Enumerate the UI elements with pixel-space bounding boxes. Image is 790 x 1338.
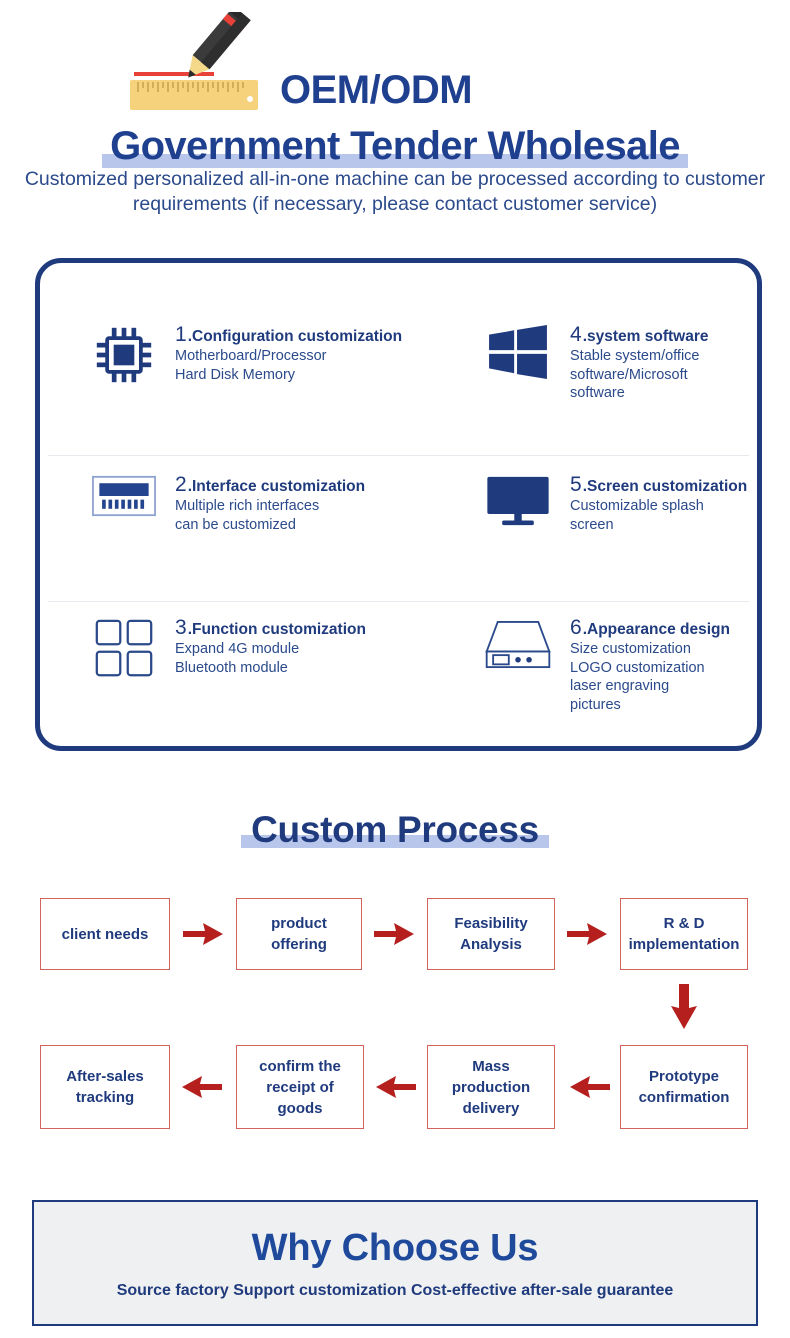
feature-item-configuration: 1.Configuration customization Motherboar…: [85, 323, 403, 385]
process-flowchart: client needs product offering Feasibilit…: [0, 890, 790, 1160]
feature-body: Stable system/office software/Microsoft …: [570, 348, 700, 401]
feature-body: Motherboard/Processor Hard Disk Memory: [175, 348, 327, 383]
feature-heading: 3.Function customization: [175, 616, 366, 639]
feature-heading: 4.system software: [570, 323, 709, 346]
page-title-text: Government Tender Wholesale: [110, 124, 680, 168]
feature-divider: [48, 601, 749, 602]
feature-item-system-software: 4.system software Stable system/office s…: [478, 323, 709, 403]
flow-step-box: Feasibility Analysis: [427, 898, 555, 970]
flow-arrow-left: [372, 1073, 418, 1106]
feature-divider: [48, 455, 749, 456]
flow-arrow-right: [181, 920, 225, 953]
feature-item-appearance: 6.Appearance design Size customization L…: [478, 616, 730, 714]
hero-subtitle: Customized personalized all-in-one machi…: [24, 168, 766, 215]
feature-item-screen: 5.Screen customization Customizable spla…: [478, 473, 748, 534]
feature-heading: 6.Appearance design: [570, 616, 730, 639]
ram-module-icon: [85, 475, 163, 517]
feature-body: Multiple rich interfaces can be customiz…: [175, 498, 320, 533]
feature-heading: 5.Screen customization: [570, 473, 748, 496]
flow-step-box: client needs: [40, 898, 170, 970]
process-title: Custom Process: [241, 806, 549, 854]
hero-section: OEM/ODM Government Tender Wholesale Cust…: [0, 0, 790, 250]
hero-title-container: Government Tender Wholesale: [0, 120, 790, 172]
monitor-icon: [478, 475, 558, 527]
flow-step-box: Mass production delivery: [427, 1045, 555, 1129]
feature-body: Size customization LOGO customization la…: [570, 641, 705, 713]
device-chassis-icon: [478, 618, 558, 672]
flow-step-box: confirm the receipt of goods: [236, 1045, 364, 1129]
windows-logo-icon: [478, 325, 558, 379]
why-choose-us-subtitle: Source factory Support customization Cos…: [116, 1282, 674, 1299]
flow-step-box: After-sales tracking: [40, 1045, 170, 1129]
feature-item-interface: 2.Interface customization Multiple rich …: [85, 473, 366, 534]
process-title-container: Custom Process: [0, 806, 790, 854]
promo-page: OEM/ODM Government Tender Wholesale Cust…: [0, 0, 790, 1338]
process-title-text: Custom Process: [251, 809, 539, 850]
feature-heading: 2.Interface customization: [175, 473, 366, 496]
feature-body: Customizable splash screen: [570, 498, 704, 533]
feature-item-function: 3.Function customization Expand 4G modul…: [85, 616, 366, 678]
features-panel: 1.Configuration customization Motherboar…: [35, 258, 762, 751]
four-squares-icon: [85, 618, 163, 678]
why-choose-us-section: Why Choose Us Source factory Support cus…: [32, 1200, 758, 1326]
flow-arrow-right: [565, 920, 609, 953]
flow-step-box: product offering: [236, 898, 362, 970]
flow-arrow-down: [668, 982, 700, 1037]
why-choose-us-title: Why Choose Us: [251, 1227, 539, 1269]
pencil-ruler-icon: [112, 6, 277, 117]
flow-arrow-right: [372, 920, 416, 953]
flow-arrow-left: [178, 1073, 224, 1106]
flow-step-box: Prototype confirmation: [620, 1045, 748, 1129]
cpu-chip-icon: [85, 325, 163, 385]
flow-arrow-left: [566, 1073, 612, 1106]
page-title: Government Tender Wholesale: [102, 120, 688, 172]
hero-oem-label: OEM/ODM: [280, 68, 473, 112]
flow-step-box: R & D implementation: [620, 898, 748, 970]
feature-heading: 1.Configuration customization: [175, 323, 403, 346]
feature-body: Expand 4G module Bluetooth module: [175, 641, 300, 676]
